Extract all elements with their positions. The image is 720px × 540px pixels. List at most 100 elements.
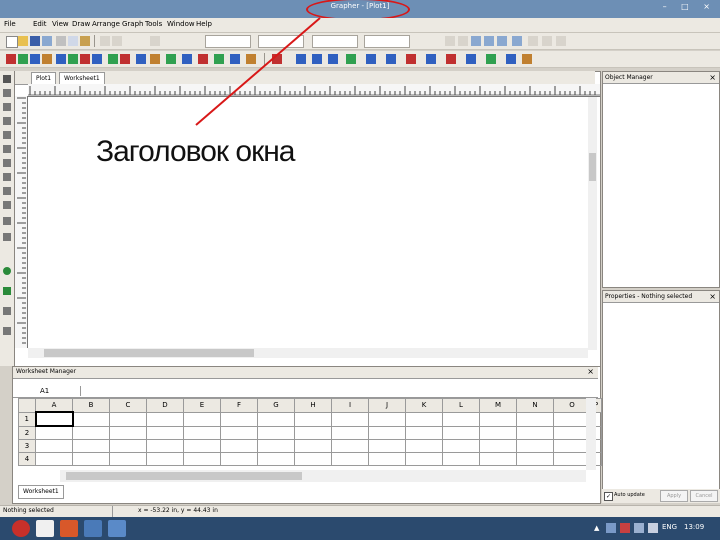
cell[interactable] — [368, 411, 406, 427]
close-icon[interactable]: × — [709, 291, 716, 302]
column-header[interactable]: B — [72, 398, 110, 413]
cell[interactable] — [331, 439, 369, 453]
cell[interactable] — [183, 439, 221, 453]
cell[interactable] — [479, 439, 517, 453]
cell[interactable] — [294, 411, 332, 427]
cell[interactable] — [368, 452, 406, 466]
cell[interactable] — [257, 411, 295, 427]
cell[interactable] — [553, 411, 591, 427]
cell[interactable] — [516, 452, 554, 466]
tab-worksheet-sheet[interactable]: Worksheet1 — [18, 485, 64, 499]
cell[interactable] — [553, 439, 591, 453]
cell[interactable] — [220, 439, 258, 453]
column-header[interactable]: H — [294, 398, 332, 413]
app-taskbar-icon[interactable] — [108, 520, 126, 537]
cell[interactable] — [146, 439, 184, 453]
cell[interactable] — [368, 425, 406, 440]
column-header[interactable]: K — [405, 398, 443, 413]
grapher-taskbar-icon[interactable] — [84, 520, 102, 537]
cell[interactable] — [294, 439, 332, 453]
column-header[interactable]: J — [368, 398, 406, 413]
cell[interactable] — [442, 452, 480, 466]
cell[interactable] — [331, 452, 369, 466]
cell[interactable] — [331, 425, 369, 440]
cell[interactable] — [72, 411, 110, 427]
cell[interactable] — [109, 452, 147, 466]
row-header[interactable]: 1 — [18, 411, 36, 427]
column-header[interactable]: E — [183, 398, 221, 413]
cell[interactable] — [220, 425, 258, 440]
cell-a1[interactable] — [34, 411, 74, 427]
cell[interactable] — [183, 452, 221, 466]
opera-icon[interactable] — [12, 520, 30, 537]
column-header[interactable]: N — [516, 398, 554, 413]
column-header[interactable]: A — [35, 398, 73, 413]
signal-icon[interactable] — [634, 523, 644, 533]
plot-vertical-scrollbar[interactable] — [588, 97, 597, 350]
worksheet-horizontal-scroll-thumb[interactable] — [66, 472, 302, 480]
close-icon[interactable]: × — [587, 367, 594, 376]
cell[interactable] — [72, 452, 110, 466]
tray-arrow-icon[interactable]: ▲ — [594, 524, 599, 532]
cell[interactable] — [146, 411, 184, 427]
column-header[interactable]: I — [331, 398, 369, 413]
close-icon[interactable]: × — [709, 72, 716, 83]
cell[interactable] — [405, 411, 443, 427]
plot-vertical-scroll-thumb[interactable] — [589, 153, 596, 181]
cell[interactable] — [257, 439, 295, 453]
cell[interactable] — [442, 411, 480, 427]
cell-reference[interactable]: A1 — [40, 386, 81, 396]
row-header[interactable]: 2 — [18, 425, 36, 440]
cell[interactable] — [72, 439, 110, 453]
cell[interactable] — [405, 425, 443, 440]
cell[interactable] — [35, 439, 73, 453]
worksheet-vertical-scrollbar[interactable] — [586, 398, 596, 470]
clock[interactable]: 13:09 — [684, 523, 704, 531]
cell[interactable] — [35, 425, 73, 440]
cell[interactable] — [257, 425, 295, 440]
worksheet-grid[interactable]: A B C D E F G H I J K L M N O P 1 2 3 4 — [18, 398, 602, 466]
corner-cell[interactable] — [18, 398, 36, 413]
cell[interactable] — [220, 411, 258, 427]
network-icon[interactable] — [606, 523, 616, 533]
cell[interactable] — [183, 425, 221, 440]
cell[interactable] — [516, 439, 554, 453]
flag-icon[interactable] — [620, 523, 630, 533]
row-header[interactable]: 4 — [18, 452, 36, 466]
cell[interactable] — [442, 425, 480, 440]
cell[interactable] — [479, 452, 517, 466]
volume-icon[interactable] — [648, 523, 658, 533]
apply-button[interactable]: Apply — [660, 490, 688, 502]
cell[interactable] — [35, 452, 73, 466]
cell[interactable] — [516, 411, 554, 427]
column-header[interactable]: L — [442, 398, 480, 413]
language-indicator[interactable]: ENG — [662, 523, 677, 531]
cell[interactable] — [368, 439, 406, 453]
column-header[interactable]: G — [257, 398, 295, 413]
cell[interactable] — [72, 425, 110, 440]
cell[interactable] — [183, 411, 221, 427]
cell[interactable] — [146, 452, 184, 466]
cell[interactable] — [109, 439, 147, 453]
cell[interactable] — [553, 452, 591, 466]
cell[interactable] — [553, 425, 591, 440]
cell[interactable] — [442, 439, 480, 453]
cell[interactable] — [331, 411, 369, 427]
cell[interactable] — [294, 452, 332, 466]
column-header[interactable]: M — [479, 398, 517, 413]
cell[interactable] — [220, 452, 258, 466]
cell[interactable] — [146, 425, 184, 440]
cell[interactable] — [294, 425, 332, 440]
cancel-button[interactable]: Cancel — [690, 490, 718, 502]
auto-update-checkbox[interactable]: ✓ — [604, 492, 613, 501]
column-header[interactable]: O — [553, 398, 591, 413]
column-header[interactable]: F — [220, 398, 258, 413]
powerpoint-icon[interactable] — [60, 520, 78, 537]
explorer-icon[interactable] — [36, 520, 54, 537]
cell[interactable] — [109, 411, 147, 427]
cell[interactable] — [405, 439, 443, 453]
cell[interactable] — [405, 452, 443, 466]
cell[interactable] — [109, 425, 147, 440]
cell[interactable] — [479, 425, 517, 440]
row-header[interactable]: 3 — [18, 439, 36, 453]
